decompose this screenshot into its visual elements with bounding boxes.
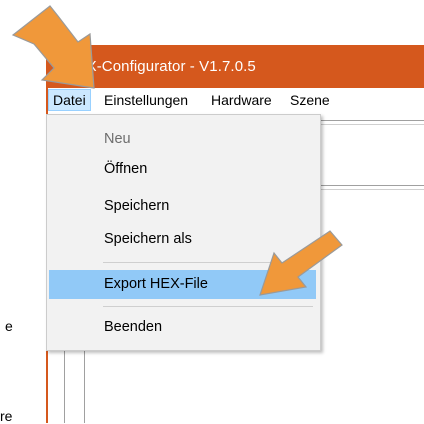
menu-item-speichern[interactable]: Speichern [49,192,316,221]
menu-item-label: Speichern [104,198,170,214]
menu-item-label: Neu [104,131,131,147]
menu-item-label: Export HEX-File [104,276,208,292]
menu-item-label: Öffnen [104,161,148,177]
menu-item-beenden[interactable]: Beenden [49,313,316,342]
menu-separator [103,306,313,307]
arrow-pointer-icon [259,230,343,296]
panel-divider [318,120,424,121]
panel-divider [318,189,424,190]
panel-divider [318,124,424,125]
panel-divider [84,348,85,423]
menu-item-label: Speichern als [104,231,192,247]
menu-item-oeffnen[interactable]: Öffnen [49,155,316,184]
panel-divider [64,348,65,423]
menu-einstellungen[interactable]: Einstellungen [100,90,192,110]
menu-szene[interactable]: Szene [286,90,334,110]
background-text-fragment: e [5,318,13,334]
arrow-pointer-icon [11,5,95,89]
menu-hardware[interactable]: Hardware [207,90,276,110]
panel-divider [318,185,424,186]
background-text-fragment: re [0,408,13,424]
menu-item-label: Beenden [104,319,163,335]
menu-item-neu[interactable]: Neu [49,125,316,154]
